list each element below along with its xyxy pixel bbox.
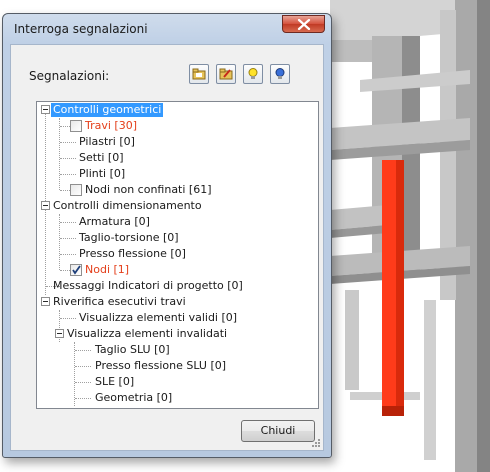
tree-item-riverifica-esecutivi-travi[interactable]: Riverifica esecutivi travi xyxy=(53,295,186,309)
checkbox-nodi[interactable] xyxy=(70,264,82,276)
tree-item-presso-flessione[interactable]: Presso flessione [0] xyxy=(79,247,186,261)
tree-item-nodi-non-confinati[interactable]: Nodi non confinati [61] xyxy=(85,183,212,197)
lightbulb-blue-icon xyxy=(275,68,285,79)
lightbulb-blue-button[interactable] xyxy=(270,64,290,84)
tree-item-travi[interactable]: Travi [30] xyxy=(85,119,137,133)
tree-item-messaggi-indicatori[interactable]: Messaggi Indicatori di progetto [0] xyxy=(53,279,243,293)
tree-item-presso-flessione-slu[interactable]: Presso flessione SLU [0] xyxy=(95,359,226,373)
expander-riverifica-esecutivi[interactable] xyxy=(41,297,50,306)
expander-controlli-geometrici[interactable] xyxy=(41,105,50,114)
checkmark-icon xyxy=(72,265,81,275)
tree-item-sle[interactable]: SLE [0] xyxy=(95,375,134,389)
tree-item-visualizza-validi[interactable]: Visualizza elementi validi [0] xyxy=(79,311,237,325)
tree-item-taglio-slu[interactable]: Taglio SLU [0] xyxy=(95,343,170,357)
chiudi-button[interactable]: Chiudi xyxy=(241,420,315,442)
tree-item-nodi[interactable]: Nodi [1] xyxy=(85,263,129,277)
checkbox-travi[interactable] xyxy=(70,120,82,132)
tree-item-pilastri[interactable]: Pilastri [0] xyxy=(79,135,135,149)
lightbulb-yellow-icon xyxy=(248,68,258,79)
dialog-client: Segnalazioni: Controlli geometrici Travi… xyxy=(10,44,324,451)
tree-item-plinti[interactable]: Plinti [0] xyxy=(79,167,125,181)
tree-item-controlli-geometrici[interactable]: Controlli geometrici xyxy=(51,103,164,117)
edit-folder-button[interactable] xyxy=(216,64,236,84)
open-folder-button[interactable] xyxy=(189,64,209,84)
window-title: Interroga segnalazioni xyxy=(14,22,148,36)
tree-item-setti[interactable]: Setti [0] xyxy=(79,151,124,165)
edit-folder-icon xyxy=(219,68,233,80)
expander-visualizza-invalidati[interactable] xyxy=(55,329,64,338)
open-folder-icon xyxy=(192,68,206,80)
tree-item-taglio-torsione[interactable]: Taglio-torsione [0] xyxy=(79,231,179,245)
segnalazioni-label: Segnalazioni: xyxy=(29,69,110,83)
close-icon xyxy=(297,19,311,30)
tree-item-armatura[interactable]: Armatura [0] xyxy=(79,215,150,229)
checkbox-nodi-non-confinati[interactable] xyxy=(70,184,82,196)
close-button[interactable] xyxy=(282,15,325,33)
tree-item-controlli-dimensionamento[interactable]: Controlli dimensionamento xyxy=(53,199,202,213)
resize-grip-icon[interactable] xyxy=(311,438,321,448)
expander-controlli-dimensionamento[interactable] xyxy=(41,201,50,210)
signals-tree[interactable]: Controlli geometrici Travi [30] Pilastri… xyxy=(36,101,319,409)
tree-item-geometria[interactable]: Geometria [0] xyxy=(95,391,172,405)
dialog-window: Interroga segnalazioni Segnalazioni: Con… xyxy=(2,13,332,458)
title-bar[interactable]: Interroga segnalazioni xyxy=(3,14,331,44)
lightbulb-yellow-button[interactable] xyxy=(243,64,263,84)
tree-item-visualizza-invalidati[interactable]: Visualizza elementi invalidati xyxy=(67,327,227,341)
